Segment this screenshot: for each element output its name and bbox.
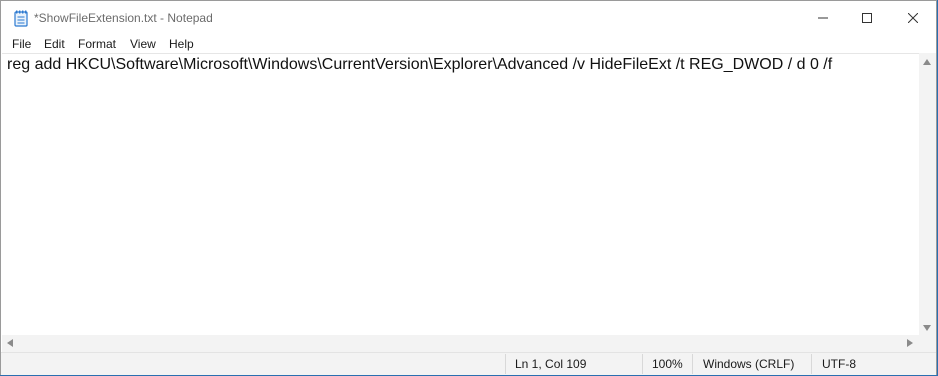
menu-help[interactable]: Help: [169, 37, 194, 51]
vertical-scrollbar[interactable]: [919, 53, 936, 335]
status-bar: Ln 1, Col 109 100% Windows (CRLF) UTF-8: [1, 352, 936, 375]
close-button[interactable]: [890, 1, 936, 35]
menu-format[interactable]: Format: [78, 37, 116, 51]
menu-file[interactable]: File: [12, 37, 31, 51]
scrollbar-corner: [919, 335, 936, 352]
scroll-up-icon[interactable]: [923, 59, 931, 65]
status-divider: [505, 354, 506, 374]
scroll-down-icon[interactable]: [923, 325, 931, 331]
menu-view[interactable]: View: [130, 37, 156, 51]
menu-bar: File Edit Format View Help: [1, 34, 936, 53]
minimize-button[interactable]: [800, 1, 846, 35]
status-divider: [692, 354, 693, 374]
status-divider: [811, 354, 812, 374]
close-icon: [908, 13, 918, 23]
scroll-left-icon[interactable]: [7, 339, 13, 347]
menu-edit[interactable]: Edit: [44, 37, 65, 51]
encoding: UTF-8: [822, 357, 856, 371]
editor-content[interactable]: reg add HKCU\Software\Microsoft\Windows\…: [7, 56, 832, 74]
zoom-level: 100%: [652, 357, 683, 371]
text-editor[interactable]: reg add HKCU\Software\Microsoft\Windows\…: [2, 53, 919, 335]
minimize-icon: [818, 17, 828, 19]
scroll-right-icon[interactable]: [907, 339, 913, 347]
line-ending: Windows (CRLF): [703, 357, 795, 371]
maximize-button[interactable]: [844, 1, 890, 35]
cursor-position: Ln 1, Col 109: [515, 357, 587, 371]
status-divider: [642, 354, 643, 374]
notepad-icon: [14, 10, 28, 27]
window-title: *ShowFileExtension.txt - Notepad: [34, 11, 213, 25]
maximize-icon: [862, 13, 872, 23]
notepad-window: *ShowFileExtension.txt - Notepad File Ed…: [0, 0, 937, 375]
horizontal-scrollbar[interactable]: [2, 335, 919, 352]
title-bar[interactable]: *ShowFileExtension.txt - Notepad: [1, 1, 936, 35]
